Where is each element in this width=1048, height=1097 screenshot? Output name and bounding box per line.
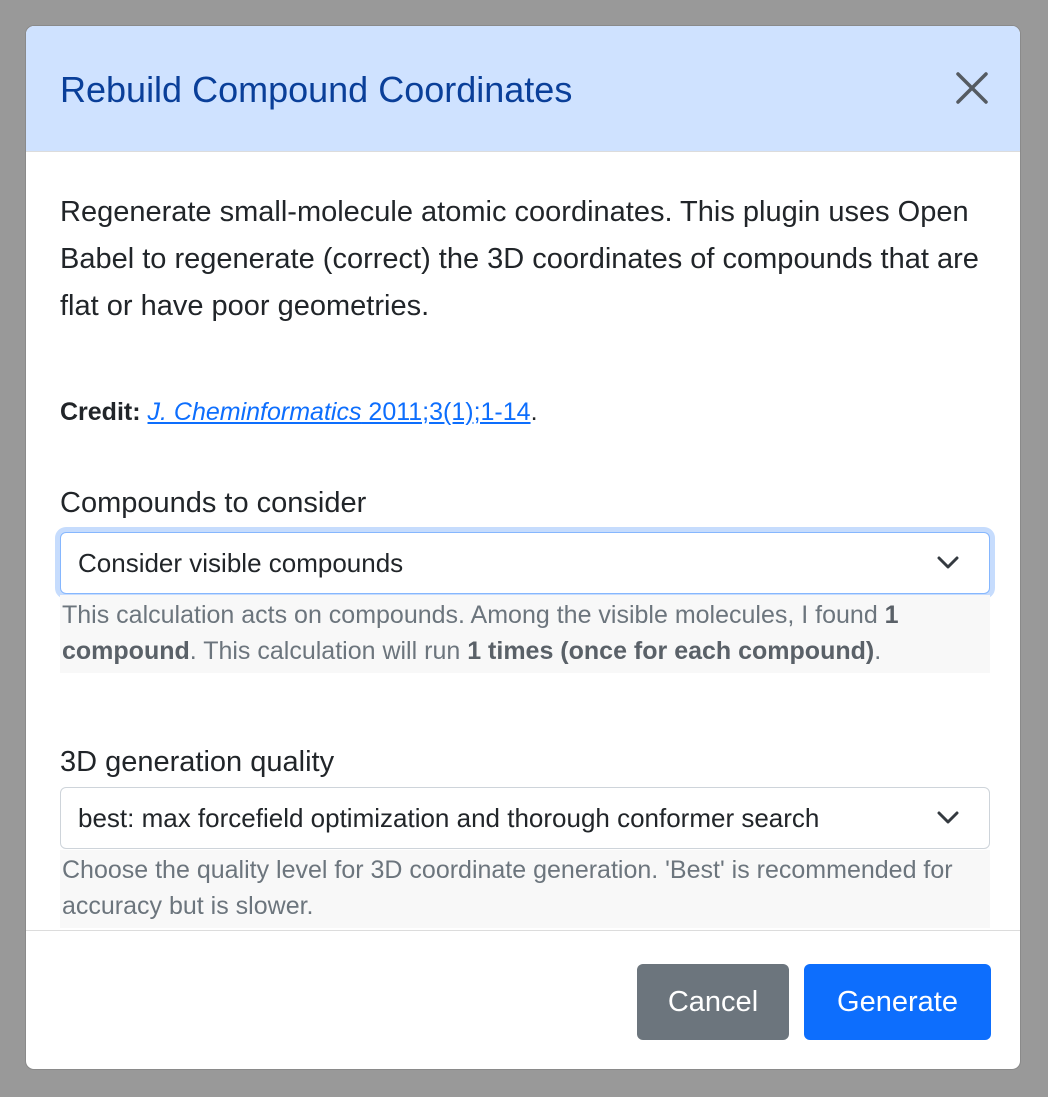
- compounds-select-value: Consider visible compounds: [78, 548, 404, 578]
- citation-reference: 2011;3(1);1-14: [361, 398, 531, 426]
- rebuild-coordinates-dialog: Rebuild Compound Coordinates Regenerate …: [25, 25, 1021, 1070]
- compounds-help: This calculation acts on compounds. Amon…: [60, 595, 990, 673]
- citation-journal: J. Cheminformatics: [147, 398, 362, 426]
- quality-select[interactable]: best: max forcefield optimization and th…: [60, 787, 990, 849]
- cancel-button[interactable]: Cancel: [637, 964, 789, 1040]
- compounds-select[interactable]: Consider visible compounds: [60, 532, 990, 594]
- compounds-help-text-1: This calculation acts on compounds. Amon…: [62, 601, 885, 629]
- compounds-label: Compounds to consider: [60, 487, 367, 519]
- credit-label: Credit:: [60, 398, 141, 426]
- quality-select-value: best: max forcefield optimization and th…: [78, 803, 820, 833]
- quality-label: 3D generation quality: [60, 746, 335, 778]
- chevron-down-icon: [937, 811, 959, 824]
- close-icon: [956, 72, 988, 104]
- generate-button[interactable]: Generate: [804, 964, 991, 1040]
- credit-suffix: .: [530, 398, 538, 426]
- quality-help: Choose the quality level for 3D coordina…: [60, 850, 990, 928]
- run-count: 1 times (once for each compound): [467, 637, 875, 665]
- dialog-footer: Cancel Generate: [26, 930, 1020, 1069]
- close-button[interactable]: [952, 68, 992, 108]
- dialog-header: Rebuild Compound Coordinates: [26, 26, 1020, 152]
- credit-line: Credit: J. Cheminformatics 2011;3(1);1-1…: [60, 396, 538, 428]
- citation-link[interactable]: J. Cheminformatics 2011;3(1);1-14: [148, 398, 531, 426]
- dialog-title: Rebuild Compound Coordinates: [60, 69, 573, 110]
- compounds-help-text-2: . This calculation will run: [189, 637, 468, 665]
- intro-text: Regenerate small-molecule atomic coordin…: [60, 196, 979, 322]
- chevron-down-icon: [937, 556, 959, 569]
- compounds-help-text-3: .: [874, 637, 882, 665]
